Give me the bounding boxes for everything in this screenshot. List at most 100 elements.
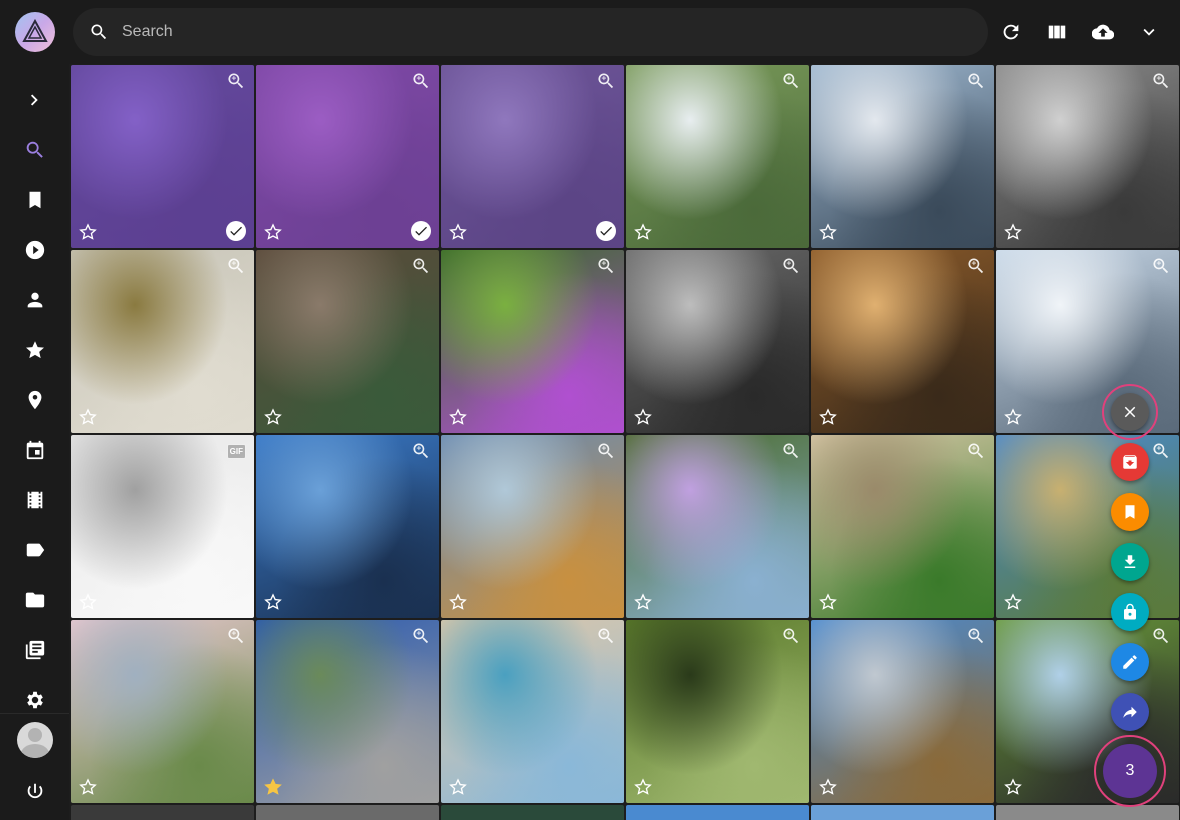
photo-tile-bakery-display[interactable] (811, 250, 994, 433)
star-icon[interactable] (263, 592, 283, 612)
zoom-icon[interactable] (226, 256, 246, 276)
photo-tile-building-hedge[interactable] (811, 435, 994, 618)
check-icon[interactable] (411, 221, 431, 241)
close-selection-button[interactable] (1111, 393, 1149, 431)
zoom-icon[interactable] (411, 71, 431, 91)
star-icon[interactable] (1003, 777, 1023, 797)
zoom-icon[interactable] (966, 441, 986, 461)
photo-tile-crocus-field[interactable] (71, 65, 254, 248)
photo-tile-pergola-path[interactable] (996, 435, 1179, 618)
sidebar-item-library[interactable] (19, 634, 51, 666)
zoom-icon[interactable] (226, 626, 246, 646)
sidebar-item-settings[interactable] (19, 684, 51, 716)
photo-tile-partial[interactable] (811, 805, 994, 820)
photo-tile-forest-trees[interactable] (626, 620, 809, 803)
photo-tile-newtons-cradle[interactable]: GIF (71, 435, 254, 618)
view-toggle-button[interactable] (1043, 18, 1071, 46)
search-input[interactable] (122, 23, 962, 41)
star-icon[interactable] (1003, 407, 1023, 427)
archive-button[interactable] (1111, 443, 1149, 481)
photo-tile-peacock[interactable] (256, 620, 439, 803)
sidebar-item-logout[interactable] (19, 776, 51, 808)
zoom-icon[interactable] (781, 256, 801, 276)
photo-tile-city-aerial-bw[interactable] (626, 250, 809, 433)
star-icon[interactable] (1003, 222, 1023, 242)
zoom-icon[interactable] (596, 626, 616, 646)
zoom-icon[interactable] (411, 256, 431, 276)
zoom-icon[interactable] (781, 71, 801, 91)
sidebar-item-videos[interactable] (19, 234, 51, 266)
zoom-icon[interactable] (966, 71, 986, 91)
zoom-icon[interactable] (781, 626, 801, 646)
sidebar-item-moments[interactable] (19, 484, 51, 516)
photo-tile-bridge-bw[interactable] (996, 65, 1179, 248)
star-icon[interactable] (633, 777, 653, 797)
search-bar[interactable] (73, 8, 988, 56)
star-icon[interactable] (78, 777, 98, 797)
star-icon[interactable] (633, 222, 653, 242)
more-options-button[interactable] (1135, 18, 1163, 46)
star-icon[interactable] (633, 407, 653, 427)
sidebar-item-expand[interactable] (19, 84, 51, 116)
zoom-icon[interactable] (1151, 441, 1171, 461)
star-icon[interactable] (448, 592, 468, 612)
photo-tile-partial[interactable] (626, 805, 809, 820)
star-icon[interactable] (448, 407, 468, 427)
photo-tile-purple-azaleas[interactable] (256, 65, 439, 248)
download-button[interactable] (1111, 543, 1149, 581)
photo-tile-butterfly-bush[interactable] (441, 250, 624, 433)
photo-tile-beach-rocks[interactable] (441, 620, 624, 803)
zoom-icon[interactable] (411, 626, 431, 646)
star-icon[interactable] (818, 592, 838, 612)
sidebar-item-labels[interactable] (19, 534, 51, 566)
star-icon[interactable] (1003, 592, 1023, 612)
photo-tile-swan-boats[interactable] (626, 65, 809, 248)
photo-tile-crocus-meadow[interactable] (626, 435, 809, 618)
photo-tile-magnolia[interactable] (71, 620, 254, 803)
sidebar-item-people[interactable] (19, 284, 51, 316)
sidebar-item-folders[interactable] (19, 584, 51, 616)
zoom-icon[interactable] (596, 71, 616, 91)
check-icon[interactable] (596, 221, 616, 241)
zoom-icon[interactable] (781, 441, 801, 461)
photo-tile-greenhouse[interactable] (441, 435, 624, 618)
star-icon[interactable] (818, 407, 838, 427)
zoom-icon[interactable] (596, 441, 616, 461)
sidebar-item-favorites[interactable] (19, 334, 51, 366)
avatar[interactable] (17, 722, 53, 758)
star-icon[interactable] (633, 592, 653, 612)
upload-button[interactable] (1089, 18, 1117, 46)
zoom-icon[interactable] (966, 256, 986, 276)
sidebar-item-search[interactable] (19, 134, 51, 166)
star-filled-icon[interactable] (263, 777, 283, 797)
star-icon[interactable] (818, 777, 838, 797)
photo-tile-harbor-tower[interactable] (811, 65, 994, 248)
zoom-icon[interactable] (226, 71, 246, 91)
photo-tile-partial[interactable] (256, 805, 439, 820)
photo-tile-partial[interactable] (441, 805, 624, 820)
zoom-icon[interactable] (1151, 626, 1171, 646)
star-icon[interactable] (78, 407, 98, 427)
bookmark-button[interactable] (1111, 493, 1149, 531)
star-icon[interactable] (448, 222, 468, 242)
photo-tile-meerkat-canvas[interactable] (71, 250, 254, 433)
star-icon[interactable] (263, 222, 283, 242)
app-logo[interactable] (15, 12, 55, 52)
star-icon[interactable] (448, 777, 468, 797)
sidebar-item-calendar[interactable] (19, 434, 51, 466)
photo-tile-wood-house-3[interactable] (256, 250, 439, 433)
sidebar-item-places[interactable] (19, 384, 51, 416)
zoom-icon[interactable] (1151, 71, 1171, 91)
refresh-button[interactable] (997, 18, 1025, 46)
star-icon[interactable] (78, 592, 98, 612)
star-icon[interactable] (78, 222, 98, 242)
share-button[interactable] (1111, 693, 1149, 731)
photo-tile-cement-truck[interactable] (811, 620, 994, 803)
star-icon[interactable] (818, 222, 838, 242)
zoom-icon[interactable] (411, 441, 431, 461)
sidebar-item-bookmarks[interactable] (19, 184, 51, 216)
photo-tile-partial[interactable] (71, 805, 254, 820)
star-icon[interactable] (263, 407, 283, 427)
edit-button[interactable] (1111, 643, 1149, 681)
zoom-icon[interactable] (1151, 256, 1171, 276)
